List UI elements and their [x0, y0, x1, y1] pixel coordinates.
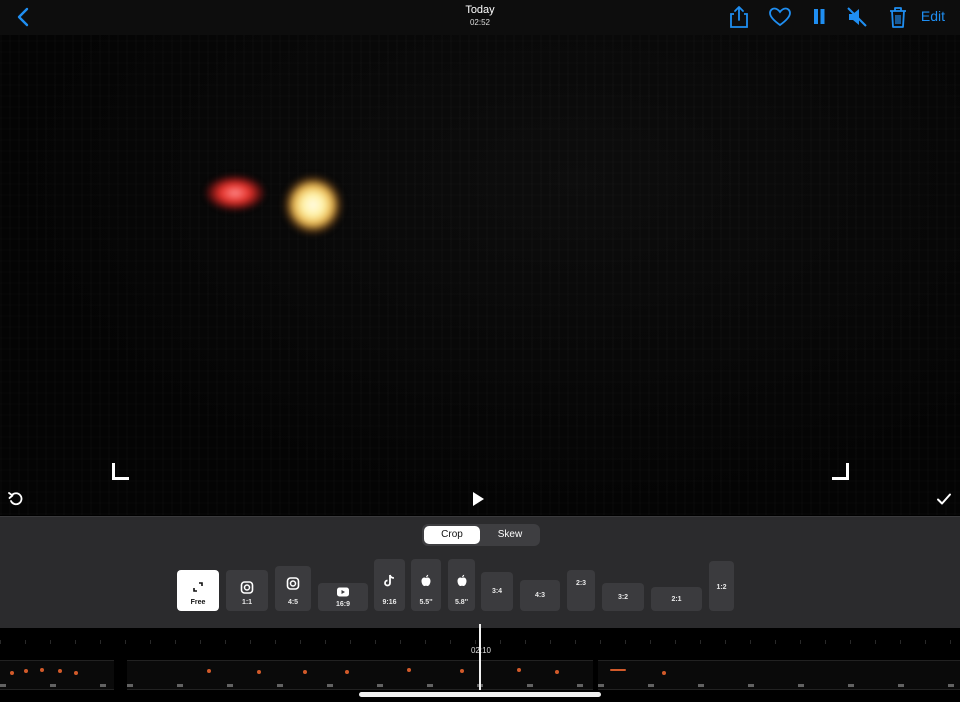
frame-thumb — [303, 670, 307, 674]
ratio-1-1-button[interactable]: 1:1 — [226, 570, 268, 611]
frame-thumb — [257, 670, 261, 674]
checkmark-icon[interactable] — [935, 490, 953, 513]
frame-thumb — [74, 671, 78, 675]
timeline[interactable]: 02:10 — [0, 624, 960, 702]
ratio-4-3-button[interactable]: 4:3 — [520, 580, 560, 611]
ratio-4-5-button[interactable]: 4:5 — [275, 566, 311, 611]
frame-thumb — [10, 671, 14, 675]
crop-handle-bottom-left[interactable] — [112, 463, 129, 480]
mute-icon[interactable] — [844, 4, 870, 30]
expand-icon — [193, 582, 203, 592]
instagram-icon — [240, 581, 254, 594]
video-frame — [0, 35, 960, 515]
ratio-label: 5.5'' — [419, 599, 433, 606]
ratio-3-2-button[interactable]: 3:2 — [602, 583, 644, 611]
top-bar: Today 02:52 Edit — [0, 0, 960, 35]
ratio-2-1-button[interactable]: 2:1 — [651, 587, 702, 611]
ratio-label: Free — [190, 599, 206, 606]
playhead-time: 02:10 — [470, 646, 492, 655]
crop-handle-bottom-right[interactable] — [832, 463, 849, 480]
trash-icon[interactable] — [885, 4, 911, 30]
filmstrip-clip[interactable] — [598, 660, 960, 690]
frame-thumb — [555, 670, 559, 674]
ratio-5-5-button[interactable]: 5.5'' — [411, 559, 441, 611]
ratio-label: 4:3 — [534, 592, 546, 599]
ratio-label: 4:5 — [287, 599, 299, 606]
youtube-icon — [337, 587, 349, 597]
filmstrip-marks — [598, 684, 960, 687]
crop-tool-panel: Crop Skew Free 1:1 4:5 16:9 9:16 5.5'' 5… — [0, 516, 960, 628]
ratio-label: 5.8'' — [454, 599, 469, 606]
ratio-9-16-button[interactable]: 9:16 — [374, 559, 405, 611]
title-block: Today 02:52 — [430, 4, 530, 29]
instagram-icon — [286, 577, 300, 590]
edit-button[interactable]: Edit — [921, 8, 945, 24]
frame-thumb — [58, 669, 62, 673]
ratio-label: 9:16 — [382, 599, 397, 606]
filmstrip-marks — [127, 684, 593, 687]
red-light-blob — [205, 175, 265, 211]
filmstrip-marks — [0, 684, 114, 687]
filmstrip-clip[interactable] — [127, 660, 593, 690]
tab-skew[interactable]: Skew — [482, 526, 538, 544]
play-icon[interactable] — [470, 490, 486, 513]
apple-icon — [421, 574, 431, 586]
frame-thumb — [517, 668, 521, 672]
heart-icon[interactable] — [767, 4, 793, 30]
ratio-label: 3:4 — [491, 588, 503, 595]
playhead[interactable] — [479, 624, 481, 690]
frame-thumb — [345, 670, 349, 674]
frame-thumb — [24, 669, 28, 673]
ratio-3-4-button[interactable]: 3:4 — [481, 572, 513, 611]
ratio-label: 16:9 — [335, 601, 350, 608]
ratio-2-3-button[interactable]: 2:3 — [567, 570, 595, 611]
ratio-label: 2:3 — [575, 580, 587, 587]
video-viewer[interactable] — [0, 35, 960, 515]
ratio-5-8-button[interactable]: 5.8'' — [448, 559, 475, 611]
ratio-label: 1:1 — [241, 599, 253, 606]
tab-crop[interactable]: Crop — [424, 526, 480, 544]
frame-thumb — [662, 671, 666, 675]
page-title: Today — [465, 4, 495, 16]
ratio-1-2-button[interactable]: 1:2 — [709, 561, 734, 611]
share-icon[interactable] — [726, 4, 752, 30]
page-subtitle: 02:52 — [469, 18, 491, 27]
frame-thumb — [40, 668, 44, 672]
back-chevron-icon[interactable] — [12, 5, 36, 29]
home-indicator — [359, 692, 601, 697]
yellow-light-blob — [283, 175, 343, 235]
mode-segmented-control: Crop Skew — [422, 524, 540, 546]
apple-icon — [457, 574, 466, 586]
pause-icon[interactable] — [806, 4, 832, 30]
ratio-label: 3:2 — [617, 594, 629, 601]
ratio-16-9-button[interactable]: 16:9 — [318, 583, 368, 611]
filmstrip-clip[interactable] — [0, 660, 114, 690]
ratio-label: 1:2 — [716, 584, 727, 591]
frame-thumb — [460, 669, 464, 673]
rotate-icon[interactable] — [7, 490, 25, 513]
ratio-label: 2:1 — [671, 596, 682, 603]
frame-thumb — [207, 669, 211, 673]
tiktok-icon — [383, 574, 394, 587]
ratio-free-button[interactable]: Free — [177, 570, 219, 611]
frame-thumb — [407, 668, 411, 672]
frame-thumb — [610, 669, 626, 671]
